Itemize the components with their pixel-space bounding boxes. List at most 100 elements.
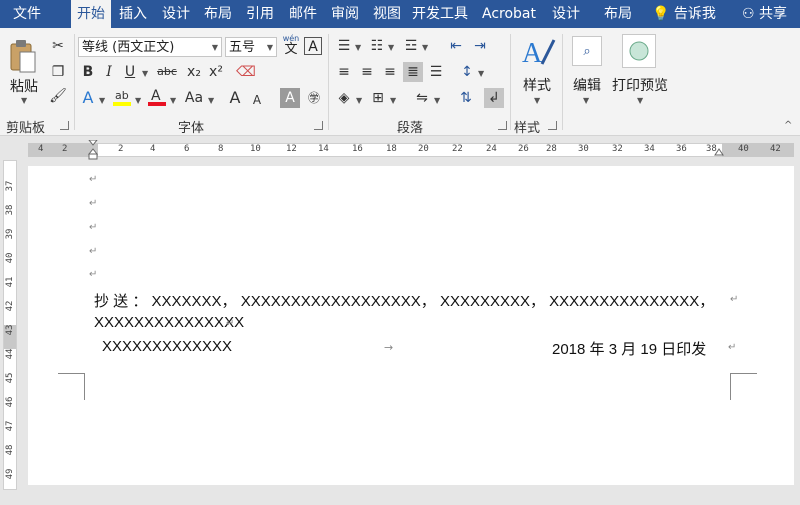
print-preview-dropdown-icon[interactable]: ▼ xyxy=(637,96,643,105)
print-preview-icon[interactable] xyxy=(622,34,656,68)
font-launcher-icon[interactable] xyxy=(314,121,323,130)
tab-layout[interactable]: 布局 xyxy=(198,0,238,28)
tab-acrobat[interactable]: Acrobat xyxy=(477,0,541,28)
justify-icon[interactable]: ≣ xyxy=(403,62,423,82)
align-center-icon[interactable]: ≡ xyxy=(357,62,377,82)
numbering-icon[interactable]: ☷ xyxy=(367,36,387,56)
sort-icon[interactable]: ⇅ xyxy=(456,88,476,108)
tab-home[interactable]: 开始 xyxy=(71,0,111,28)
character-border-button[interactable]: A xyxy=(304,37,322,55)
increase-indent-icon[interactable]: ⇥ xyxy=(470,36,490,56)
bold-button[interactable]: B xyxy=(78,62,98,82)
change-case-dropdown-icon[interactable]: ▼ xyxy=(208,96,214,105)
horizontal-ruler[interactable]: 4 2 2 4 6 8 10 12 14 16 18 20 22 24 26 28 30 32 34 36 38 40 42 xyxy=(0,139,800,161)
asian-layout-icon[interactable]: ⇋ xyxy=(412,88,432,108)
bullets-icon[interactable]: ☰ xyxy=(334,36,354,56)
decrease-indent-icon[interactable]: ⇤ xyxy=(446,36,466,56)
paste-label[interactable]: 粘贴 xyxy=(8,76,40,96)
font-size-select[interactable]: 五号 ▼ xyxy=(225,37,277,57)
distributed-icon[interactable]: ☰ xyxy=(426,62,446,82)
tab-insert[interactable]: 插入 xyxy=(113,0,153,28)
superscript-button[interactable]: x² xyxy=(206,62,226,82)
bullets-dropdown-icon[interactable]: ▼ xyxy=(355,43,361,52)
tab-review[interactable]: 审阅 xyxy=(325,0,365,28)
clipboard-launcher-icon[interactable] xyxy=(60,121,69,130)
line-spacing-icon[interactable]: ↕ xyxy=(457,62,477,82)
highlight-color-icon[interactable]: ab xyxy=(111,86,133,108)
right-indent-marker-icon[interactable] xyxy=(714,145,724,157)
strikethrough-button[interactable]: abc xyxy=(154,62,180,82)
styles-launcher-icon[interactable] xyxy=(548,121,557,130)
person-icon: ⚇ xyxy=(742,6,755,22)
character-shading-icon[interactable]: A xyxy=(280,88,300,108)
borders-dropdown-icon[interactable]: ▼ xyxy=(390,96,396,105)
numbering-dropdown-icon[interactable]: ▼ xyxy=(388,43,394,52)
underline-button[interactable]: U xyxy=(120,62,140,82)
borders-icon[interactable]: ⊞ xyxy=(368,88,388,108)
shading-icon[interactable]: ◈ xyxy=(334,88,354,108)
shading-dropdown-icon[interactable]: ▼ xyxy=(356,96,362,105)
multilevel-list-icon[interactable]: ☲ xyxy=(401,36,421,56)
ruler-tick-label: 39 xyxy=(5,228,15,240)
multilevel-dropdown-icon[interactable]: ▼ xyxy=(422,43,428,52)
chevron-down-icon: ▼ xyxy=(266,43,273,52)
format-painter-icon[interactable]: 🖌 xyxy=(48,86,68,106)
tab-mark: → xyxy=(384,341,394,354)
underline-dropdown-icon[interactable]: ▼ xyxy=(142,69,148,78)
font-color-dropdown-icon[interactable]: ▼ xyxy=(170,96,176,105)
font-size-value: 五号 xyxy=(229,40,256,55)
vertical-ruler[interactable]: 37 38 39 40 41 42 43 44 45 46 47 48 49 xyxy=(3,160,17,490)
font-color-icon[interactable]: A xyxy=(146,86,168,108)
editing-dropdown-icon[interactable]: ▼ xyxy=(583,96,589,105)
ruler-tick-label: 40 xyxy=(5,252,15,264)
styles-icon[interactable]: A xyxy=(520,36,556,70)
cc-line: 抄 送 ： XXXXXXX， XXXXXXXXXXXXXXXXXX， XXXXX… xyxy=(94,293,715,310)
tab-file[interactable]: 文件 xyxy=(6,0,48,28)
italic-button[interactable]: I xyxy=(99,62,119,82)
text-effects-icon[interactable]: A xyxy=(78,88,98,108)
subscript-button[interactable]: x₂ xyxy=(184,62,204,82)
print-preview-label[interactable]: 打印预览 xyxy=(610,75,670,95)
tab-table-design[interactable]: 设计 xyxy=(546,0,586,28)
chevron-down-icon: ▼ xyxy=(211,43,218,52)
highlight-dropdown-icon[interactable]: ▼ xyxy=(135,96,141,105)
group-divider xyxy=(328,34,329,130)
tab-table-layout[interactable]: 布局 xyxy=(598,0,638,28)
tab-design[interactable]: 设计 xyxy=(156,0,196,28)
line-spacing-dropdown-icon[interactable]: ▼ xyxy=(478,69,484,78)
align-right-icon[interactable]: ≡ xyxy=(380,62,400,82)
font-name-select[interactable]: 等线 (西文正文) ▼ xyxy=(78,37,222,57)
tab-mailings[interactable]: 邮件 xyxy=(283,0,323,28)
ruler-tick-label: 46 xyxy=(5,396,15,408)
editing-button-label[interactable]: 编辑 xyxy=(568,75,606,95)
enclose-characters-icon[interactable]: ㊫ xyxy=(304,88,324,108)
phonetic-guide-button[interactable]: wén 文 xyxy=(281,34,301,58)
search-icon[interactable]: ⌕ xyxy=(572,36,602,66)
ruler-tick-label: 8 xyxy=(218,144,224,154)
align-left-icon[interactable]: ≡ xyxy=(334,62,354,82)
show-marks-icon[interactable]: ↲ xyxy=(484,88,504,108)
copy-icon[interactable]: ❐ xyxy=(48,62,68,82)
cut-icon[interactable]: ✂ xyxy=(48,36,68,56)
change-case-button[interactable]: Aa xyxy=(181,88,207,108)
collapse-ribbon-icon[interactable]: ^ xyxy=(784,120,792,131)
paragraph-mark: ↵ xyxy=(730,294,739,305)
ruler-tick-label: 24 xyxy=(486,144,497,154)
styles-dropdown-icon[interactable]: ▼ xyxy=(534,96,540,105)
asian-layout-dropdown-icon[interactable]: ▼ xyxy=(434,96,440,105)
tab-view[interactable]: 视图 xyxy=(367,0,407,28)
grow-font-icon[interactable]: A xyxy=(225,88,245,108)
tell-me-box[interactable]: 💡 告诉我 xyxy=(652,0,716,28)
tab-developer[interactable]: 开发工具 xyxy=(409,0,471,28)
clear-formatting-icon[interactable]: ⌫ xyxy=(236,62,256,82)
document-page[interactable]: ↵ ↵ ↵ ↵ ↵ 抄 送 ： XXXXXXX， XXXXXXXXXXXXXXX… xyxy=(28,166,794,485)
paste-icon[interactable] xyxy=(8,38,38,74)
paragraph-launcher-icon[interactable] xyxy=(498,121,507,130)
shrink-font-icon[interactable]: A xyxy=(247,90,267,110)
tab-references[interactable]: 引用 xyxy=(240,0,280,28)
paste-dropdown-icon[interactable]: ▼ xyxy=(21,96,27,105)
text-effects-dropdown-icon[interactable]: ▼ xyxy=(99,96,105,105)
indent-marker-icon[interactable] xyxy=(87,139,99,160)
styles-button-label[interactable]: 样式 xyxy=(518,75,556,95)
share-button[interactable]: ⚇ 共享 xyxy=(742,0,787,28)
